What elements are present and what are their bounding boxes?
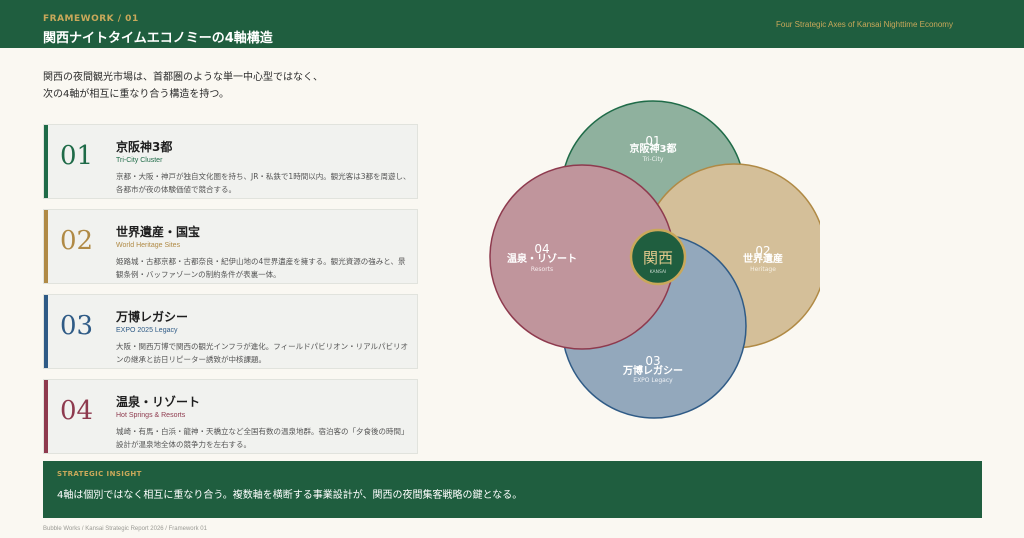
venn-label-name-2: 世界遺産 <box>743 252 783 265</box>
insight-text: 4軸は個別ではなく相互に重なり合う。複数軸を横断する事業設計が、関西の夜間集客戦… <box>57 490 523 501</box>
axis-card-accent-bar <box>44 125 48 198</box>
venn-center-sub: KANSAI <box>650 269 667 275</box>
lead-text: 関西の夜間観光市場は、首都圏のような単一中心型ではなく、 次の4軸が相互に重なり… <box>43 69 463 103</box>
axis-english-name: Hot Springs & Resorts <box>116 412 186 419</box>
page-title: 関西ナイトタイムエコノミーの4軸構造 <box>43 31 273 46</box>
venn-label-en-3: EXPO Legacy <box>633 377 673 384</box>
axis-name: 京阪神3都 <box>116 140 173 154</box>
strategic-insight-box: STRATEGIC INSIGHT 4軸は個別ではなく相互に重なり合う。複数軸を… <box>43 461 982 518</box>
page-subtitle-en: Four Strategic Axes of Kansai Nighttime … <box>776 20 953 29</box>
insight-label: STRATEGIC INSIGHT <box>57 470 142 478</box>
axis-english-name: Tri-City Cluster <box>116 157 163 164</box>
axis-card-accent-bar <box>44 295 48 368</box>
axis-name: 世界遺産・国宝 <box>116 225 201 239</box>
axis-name: 万博レガシー <box>116 310 189 324</box>
axis-english-name: EXPO 2025 Legacy <box>116 327 178 334</box>
venn-label-en-4: Resorts <box>531 266 553 273</box>
lead-line-2: 次の4軸が相互に重なり合う構造を持つ。 <box>43 89 229 100</box>
axis-english-name: World Heritage Sites <box>116 242 181 249</box>
axis-description: 姫路城・古都京都・古都奈良・紀伊山地の4世界遺産を擁する。観光資源の強みと、景観… <box>116 257 406 279</box>
venn-label-en-1: Tri-City <box>642 156 664 163</box>
axis-card-accent-bar <box>44 210 48 283</box>
axis-number: 01 <box>60 141 94 171</box>
axis-number: 02 <box>60 226 94 256</box>
footer-text: Bubble Works / Kansai Strategic Report 2… <box>43 526 207 532</box>
venn-label-name-4: 温泉・リゾート <box>507 252 577 265</box>
axis-name: 温泉・リゾート <box>116 395 201 409</box>
axis-card-1: 01 京阪神3都 Tri-City Cluster 京都・大阪・神戸が独自文化圏… <box>43 124 418 199</box>
venn-center-label: 関西 <box>643 249 673 267</box>
framework-eyebrow: FRAMEWORK / 01 <box>43 14 139 24</box>
axis-card-2: 02 世界遺産・国宝 World Heritage Sites 姫路城・古都京都… <box>43 209 418 284</box>
axis-card-accent-bar <box>44 380 48 453</box>
lead-line-1: 関西の夜間観光市場は、首都圏のような単一中心型ではなく、 <box>43 72 323 83</box>
axis-number: 04 <box>60 396 94 426</box>
axis-description: 城崎・有馬・白浜・龍神・天橋立など全国有数の温泉地群。宿泊客の「夕食後の時間」設… <box>116 427 409 449</box>
venn-label-name-1: 京阪神3都 <box>630 142 677 155</box>
venn-diagram: 01 京阪神3都 Tri-City 02 世界遺産 Heritage 03 万博… <box>489 100 820 419</box>
axis-number: 03 <box>60 311 94 341</box>
axis-card-4: 04 温泉・リゾート Hot Springs & Resorts 城崎・有馬・白… <box>43 379 418 454</box>
header-band: FRAMEWORK / 01 関西ナイトタイムエコノミーの4軸構造 Four S… <box>0 0 1024 48</box>
axis-description: 大阪・関西万博で関西の観光インフラが進化。フィールドパビリオン・リアルパビリオン… <box>116 342 409 364</box>
venn-label-en-2: Heritage <box>750 266 776 273</box>
axis-description: 京都・大阪・神戸が独自文化圏を持ち、JR・私鉄で1時間以内。観光客は3都を周遊し… <box>116 172 411 194</box>
venn-label-name-3: 万博レガシー <box>622 364 683 377</box>
axis-card-3: 03 万博レガシー EXPO 2025 Legacy 大阪・関西万博で関西の観光… <box>43 294 418 369</box>
